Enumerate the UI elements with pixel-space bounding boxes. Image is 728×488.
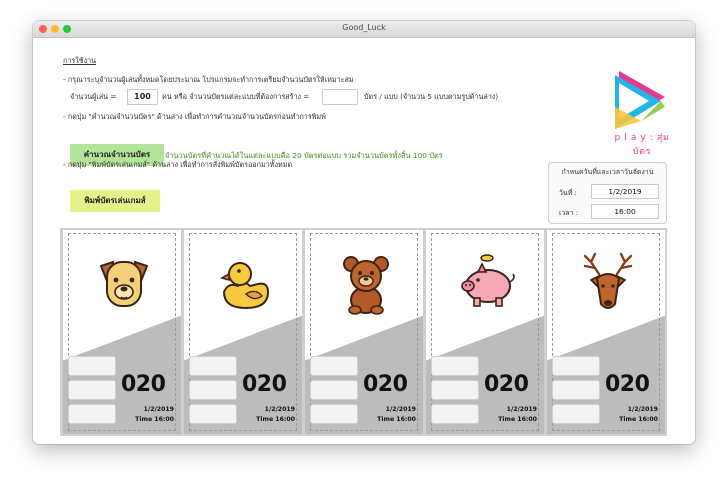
number-slot	[189, 356, 237, 376]
logo-text: p l a y : สุ่มบัตร	[614, 133, 670, 157]
instructions-heading: การใช้งาน	[63, 56, 97, 65]
number-slot	[431, 404, 479, 424]
number-slot	[68, 380, 116, 400]
time-input[interactable]: 16:00	[591, 204, 659, 219]
main-content: การใช้งาน - กรุณาระบุจำนวนผู้เล่นทั้งหมด…	[33, 38, 695, 444]
game-card: 020 1/2/2019 Time 16:00	[305, 230, 423, 434]
number-slot	[552, 380, 600, 400]
print-cards-button[interactable]: พิมพ์บัตรเล่นเกมส์	[70, 190, 160, 212]
number-slot	[552, 356, 600, 376]
players-unit-label: คน หรือ จำนวนบัตรแต่ละแบบที่ต้องการสร้าง…	[162, 92, 310, 101]
number-slot	[310, 404, 358, 424]
dog-icon	[99, 260, 149, 307]
number-slot	[189, 404, 237, 424]
card-time: Time 16:00	[377, 416, 416, 423]
game-card: 020 1/2/2019 Time 16:00	[547, 230, 665, 434]
bear-icon	[343, 256, 389, 315]
game-card: 020 1/2/2019 Time 16:00	[426, 230, 544, 434]
number-slot	[189, 380, 237, 400]
card-date: 1/2/2019	[506, 406, 537, 413]
cards-unit-label: บัตร / แบบ (จำนวน 5 แบบตามรูปด้านล่าง)	[364, 92, 499, 101]
number-slot	[431, 380, 479, 400]
number-slot	[431, 356, 479, 376]
title-bar: Good_Luck	[33, 21, 695, 38]
event-schedule-panel: กำหนดวันที่และเวลาวันจัดงาน วันที่ : 1/2…	[548, 162, 667, 224]
number-slot	[68, 404, 116, 424]
card-time: Time 16:00	[498, 416, 537, 423]
instruction-line-2: - กดปุ่ม "คำนวณจำนวนบัตร" ด้านล่าง เพื่อ…	[63, 112, 326, 121]
card-date: 1/2/2019	[264, 406, 295, 413]
date-label: วันที่ :	[559, 189, 577, 197]
number-slot	[310, 380, 358, 400]
card-number: 020	[484, 372, 529, 397]
instruction-line-3: - กดปุ่ม "พิมพ์บัตรเล่นเกมส์" ด้านล่าง เ…	[63, 160, 293, 169]
number-slot	[552, 404, 600, 424]
instruction-line-1: - กรุณาระบุจำนวนผู้เล่นทั้งหมดโดยประมาณ …	[63, 75, 354, 84]
card-number: 020	[363, 372, 408, 397]
card-time: Time 16:00	[135, 416, 174, 423]
time-label: เวลา :	[559, 209, 579, 217]
game-card: 020 1/2/2019 Time 16:00	[184, 230, 302, 434]
card-preview-strip: 020 1/2/2019 Time 16:00 020 1/2/2019 Tim…	[60, 228, 667, 436]
players-input[interactable]: 100	[127, 89, 158, 105]
cards-per-design-input[interactable]	[322, 89, 358, 105]
app-window: Good_Luck การใช้งาน - กรุณาระบุจำนวนผู้เ…	[33, 21, 695, 444]
schedule-heading: กำหนดวันที่และเวลาวันจัดงาน	[561, 168, 654, 176]
number-slot	[310, 356, 358, 376]
card-date: 1/2/2019	[385, 406, 416, 413]
duck-icon	[219, 262, 270, 310]
card-time: Time 16:00	[619, 416, 658, 423]
card-time: Time 16:00	[256, 416, 295, 423]
number-slot	[68, 356, 116, 376]
window-title: Good_Luck	[342, 23, 386, 32]
card-number: 020	[242, 372, 287, 397]
card-date: 1/2/2019	[143, 406, 174, 413]
pig-icon	[461, 254, 515, 307]
card-number: 020	[121, 372, 166, 397]
game-card: 020 1/2/2019 Time 16:00	[63, 230, 181, 434]
deer-icon	[583, 252, 633, 309]
card-date: 1/2/2019	[627, 406, 658, 413]
card-number: 020	[605, 372, 650, 397]
players-label: จำนวนผู้เล่น =	[70, 92, 117, 101]
date-input[interactable]: 1/2/2019	[591, 184, 659, 199]
